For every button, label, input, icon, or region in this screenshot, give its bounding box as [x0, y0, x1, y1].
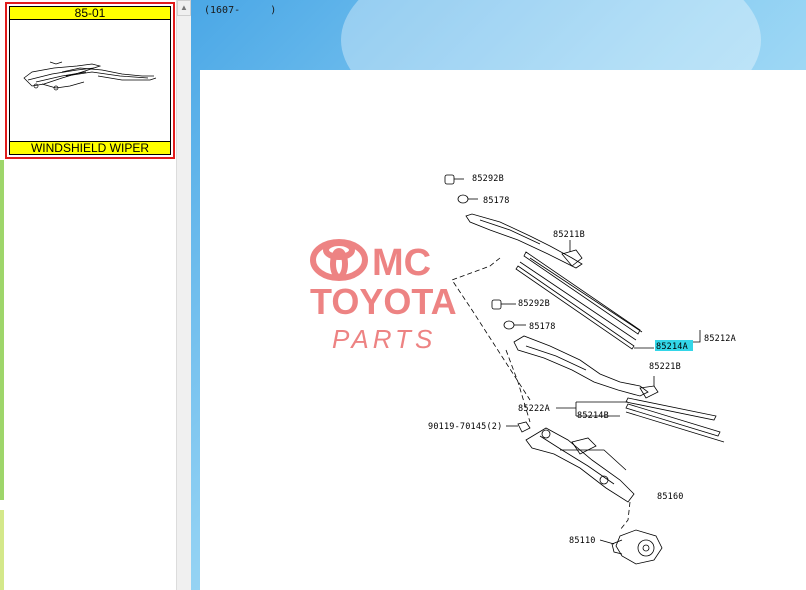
- part-label-90119-70145[interactable]: 90119-70145(2): [428, 422, 502, 432]
- part-label-85211b[interactable]: 85211B: [553, 230, 585, 240]
- sidebar-scrollbar[interactable]: ▲: [176, 0, 191, 590]
- sidebar-edge-accent-lower: [0, 510, 4, 590]
- toyota-logo-icon: [310, 239, 368, 281]
- watermark-line2: TOYOTA: [310, 281, 457, 322]
- part-label-85214b[interactable]: 85214B: [577, 411, 609, 421]
- part-label-85292b-top[interactable]: 85292B: [472, 174, 504, 184]
- cap-top: [444, 174, 455, 185]
- part-label-85178-mid[interactable]: 85178: [529, 322, 556, 332]
- scroll-up-arrow-icon[interactable]: ▲: [177, 0, 191, 16]
- part-label-85110[interactable]: 85110: [569, 536, 596, 546]
- thumbnail-code: 85-01: [9, 6, 171, 20]
- wiper-thumbnail-icon: [23, 61, 157, 91]
- part-label-85222a[interactable]: 85222A: [518, 404, 550, 414]
- model-code-label: (1607- ): [204, 5, 277, 16]
- part-label-85221b[interactable]: 85221B: [649, 362, 681, 372]
- parts-diagram-panel: MC TOYOTA PARTS 85292B 85178 85211B 8529…: [200, 70, 806, 590]
- part-label-85178-top[interactable]: 85178: [483, 196, 510, 206]
- sidebar: 85-01 WINDSHIELD WIPER: [0, 0, 176, 590]
- sidebar-edge-accent: [0, 160, 4, 500]
- part-label-85212a[interactable]: 85212A: [704, 334, 736, 344]
- diagram-thumbnail-card[interactable]: 85-01 WINDSHIELD WIPER: [5, 2, 175, 159]
- watermark-line1: MC: [372, 242, 431, 284]
- watermark-line3: PARTS: [332, 324, 436, 354]
- part-label-85160[interactable]: 85160: [657, 492, 684, 502]
- part-label-85292b-mid[interactable]: 85292B: [518, 299, 550, 309]
- parts-diagram: MC TOYOTA PARTS 85292B 85178 85211B 8529…: [310, 174, 736, 565]
- thumbnail-title: WINDSHIELD WIPER: [9, 141, 171, 155]
- part-label-85214a[interactable]: 85214A: [656, 342, 688, 352]
- thumbnail-image-frame: [9, 20, 171, 141]
- watermark: MC TOYOTA PARTS: [310, 239, 457, 354]
